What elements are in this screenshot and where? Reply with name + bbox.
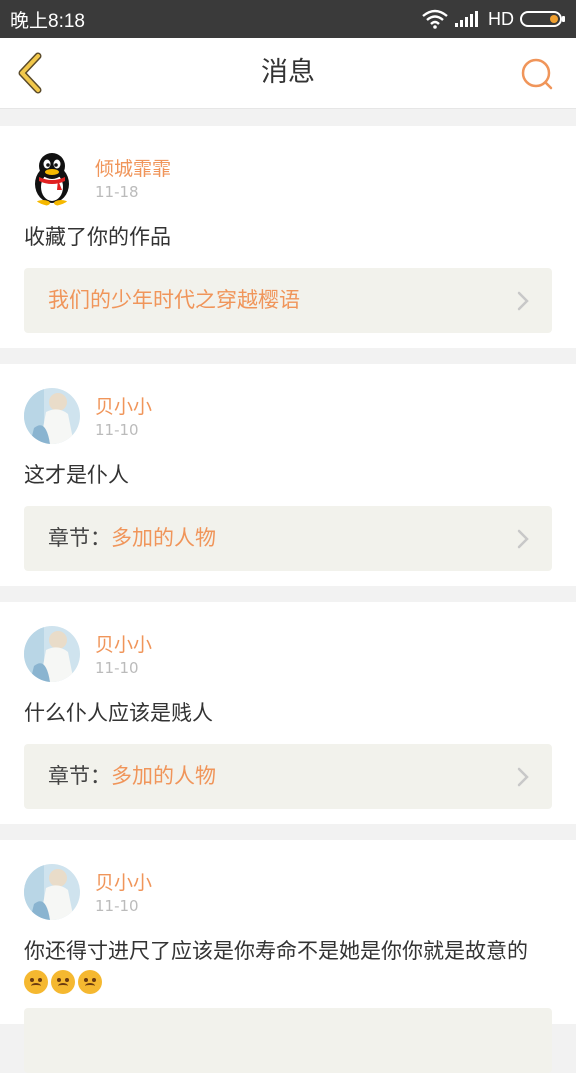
message-text: 你还得寸进尺了应该是你寿命不是她是你你就是故意的 [24, 936, 552, 996]
avatar[interactable] [24, 388, 80, 444]
reference-link: 多加的人物 [111, 526, 216, 550]
message-date: 11-10 [95, 897, 139, 915]
sad-face-icon [24, 970, 48, 994]
user-photo-icon [24, 626, 80, 682]
username[interactable]: 贝小小 [95, 392, 152, 419]
reference-prefix: 章节： [48, 526, 111, 550]
avatar[interactable] [24, 864, 80, 920]
message-text: 收藏了你的作品 [24, 225, 171, 249]
qq-penguin-icon [35, 153, 69, 206]
message-date: 11-10 [95, 421, 139, 439]
network-label: HD [488, 8, 514, 29]
status-bar: 晚上8:18 HD [0, 0, 576, 38]
chevron-right-icon [517, 291, 529, 311]
avatar[interactable] [24, 150, 80, 206]
chapter-reference[interactable]: 章节：多加的人物 [24, 506, 552, 571]
search-icon[interactable] [520, 57, 554, 91]
message-date: 11-18 [95, 183, 139, 201]
reference-prefix: 章节： [48, 764, 111, 788]
battery-icon [520, 11, 565, 27]
reference-text: 我们的少年时代之穿越樱语 [48, 268, 300, 333]
chevron-right-icon [517, 767, 529, 787]
chapter-reference[interactable] [24, 1008, 552, 1073]
status-time: 晚上8:18 [10, 10, 85, 32]
message-date: 11-10 [95, 659, 139, 677]
reference-text: 章节：多加的人物 [48, 506, 216, 571]
message-card: 倾城霏霏 11-18 收藏了你的作品 我们的少年时代之穿越樱语 [0, 126, 576, 348]
wifi-icon [422, 9, 448, 29]
reference-link: 我们的少年时代之穿越樱语 [48, 288, 300, 312]
message-card: 贝小小 11-10 什么仆人应该是贱人 章节：多加的人物 [0, 602, 576, 824]
avatar[interactable] [24, 626, 80, 682]
chevron-right-icon [517, 529, 529, 549]
user-photo-icon [24, 388, 80, 444]
sad-face-icon [51, 970, 75, 994]
message-text: 什么仆人应该是贱人 [24, 701, 213, 725]
header: 消息 [0, 38, 576, 109]
reference-link: 多加的人物 [111, 764, 216, 788]
signal-icon [455, 11, 478, 27]
chapter-reference[interactable]: 章节：多加的人物 [24, 744, 552, 809]
username[interactable]: 贝小小 [95, 868, 152, 895]
user-photo-icon [24, 864, 80, 920]
message-card: 贝小小 11-10 这才是仆人 章节：多加的人物 [0, 364, 576, 586]
message-text: 这才是仆人 [24, 463, 129, 487]
message-card: 贝小小 11-10 你还得寸进尺了应该是你寿命不是她是你你就是故意的 [0, 840, 576, 1073]
sad-face-icon [78, 970, 102, 994]
message-text-content: 你还得寸进尺了应该是你寿命不是她是你你就是故意的 [24, 939, 528, 963]
username[interactable]: 贝小小 [95, 630, 152, 657]
username[interactable]: 倾城霏霏 [95, 154, 171, 181]
status-icons: HD [422, 9, 566, 30]
work-reference[interactable]: 我们的少年时代之穿越樱语 [24, 268, 552, 333]
page-title: 消息 [261, 57, 315, 88]
reference-text: 章节：多加的人物 [48, 744, 216, 809]
